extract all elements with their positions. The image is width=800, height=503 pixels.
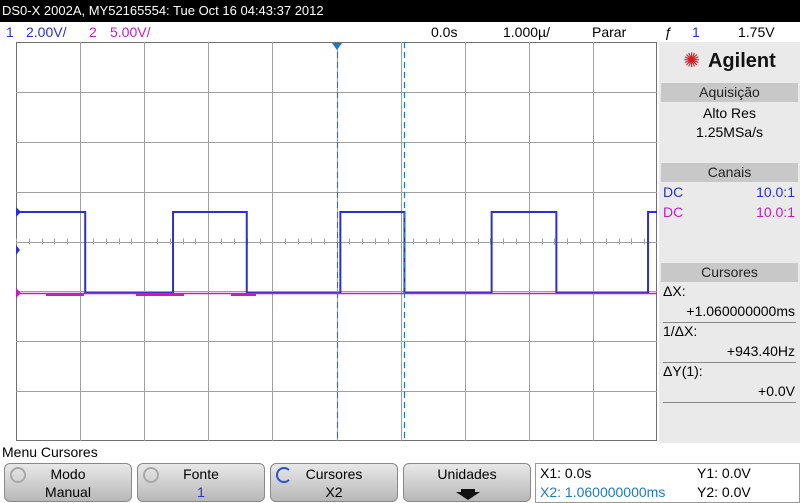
softkey-cursors-value: X2: [325, 484, 343, 500]
ch2-scale[interactable]: 5.00V/: [110, 22, 150, 42]
channels-header[interactable]: Canais: [661, 163, 798, 182]
acquisition-mode: Alto Res: [703, 105, 756, 121]
graticule: [16, 42, 657, 441]
channel-markers: [16, 43, 342, 298]
ch2-coupling: DC: [663, 204, 684, 220]
cursor-readout: X1: 0.0s X2: 1.060000000ms Y1: 0.0V Y2: …: [535, 463, 800, 503]
inverse-delta-x-label: 1/ΔX:: [663, 323, 698, 339]
ch1-scale[interactable]: 2.00V/: [26, 22, 66, 42]
menu-title: Menu Cursores: [2, 444, 98, 460]
ch2-number[interactable]: 2: [89, 22, 97, 42]
timebase-scale[interactable]: 1.000µ/: [503, 22, 550, 42]
ch2-noise: [136, 293, 184, 296]
softkey-source-label: Fonte: [183, 466, 219, 482]
cursor-lines: [336, 42, 406, 441]
graticule-border: [16, 42, 657, 441]
cursor-y1-readout: Y1: 0.0V: [697, 465, 751, 481]
softkey-units[interactable]: Unidades: [403, 463, 531, 502]
ch1-number[interactable]: 1: [6, 22, 14, 42]
run-state[interactable]: Parar: [592, 22, 626, 42]
waveform-canvas: [16, 42, 657, 441]
brand-logo: ✺ Agilent: [661, 42, 798, 80]
softkey-cursors[interactable]: Cursores X2: [270, 463, 398, 502]
softkey-cursors-label: Cursores: [305, 466, 363, 482]
delta-x-value: +1.060000000ms: [686, 303, 795, 319]
horizontal-delay[interactable]: 0.0s: [431, 22, 457, 42]
trigger-level-marker: [16, 245, 20, 255]
ch2-noise: [46, 293, 84, 296]
softkey-units-label: Unidades: [437, 466, 497, 482]
softkey-mode-label: Modo: [50, 466, 86, 482]
delta-y-label: ΔY(1):: [663, 363, 703, 379]
down-arrow-icon: [404, 483, 530, 503]
divider: [663, 402, 796, 403]
cursors-header[interactable]: Cursores: [661, 263, 798, 282]
waveform-traces: [16, 211, 657, 296]
ch1-trace: [16, 211, 657, 294]
brand-name: Agilent: [707, 49, 776, 72]
window-title-bar: DS0-X 2002A, MY52165554: Tue Oct 16 04:4…: [0, 0, 800, 22]
softkey-source[interactable]: Fonte 1: [137, 463, 265, 502]
acquisition-header[interactable]: Aquisição: [661, 83, 798, 102]
cursor-x1-readout: X1: 0.0s: [540, 465, 592, 481]
ch1-probe: 10.0:1: [756, 184, 795, 200]
ch2-noise: [231, 293, 256, 296]
sample-rate: 1.25MSa/s: [696, 124, 763, 140]
trigger-level[interactable]: 1.75V: [738, 22, 775, 42]
inverse-delta-x-value: +943.40Hz: [726, 343, 795, 359]
ch1-coupling: DC: [663, 184, 684, 200]
side-panel: ✺ Agilent Aquisição Alto Res 1.25MSa/s C…: [659, 42, 800, 443]
trigger-icon: ƒ: [664, 24, 672, 40]
softkey-mode[interactable]: Modo Manual: [4, 463, 132, 502]
cursor-y2-readout: Y2: 0.0V: [697, 484, 751, 500]
softkey-source-value: 1: [197, 484, 205, 500]
agilent-spark-icon: ✺: [683, 50, 700, 72]
delta-y-value: +0.0V: [758, 383, 795, 399]
softkey-mode-value: Manual: [45, 484, 91, 500]
ch2-probe: 10.0:1: [756, 204, 795, 220]
waveform-display[interactable]: [16, 42, 657, 441]
delta-x-label: ΔX:: [663, 283, 686, 299]
trigger-channel[interactable]: 1: [692, 22, 700, 42]
cursor-x2-readout: X2: 1.060000000ms: [540, 484, 666, 500]
channel-info-bar: 1 2.00V/ 2 5.00V/ 0.0s 1.000µ/ Parar ƒ 1…: [0, 22, 800, 42]
